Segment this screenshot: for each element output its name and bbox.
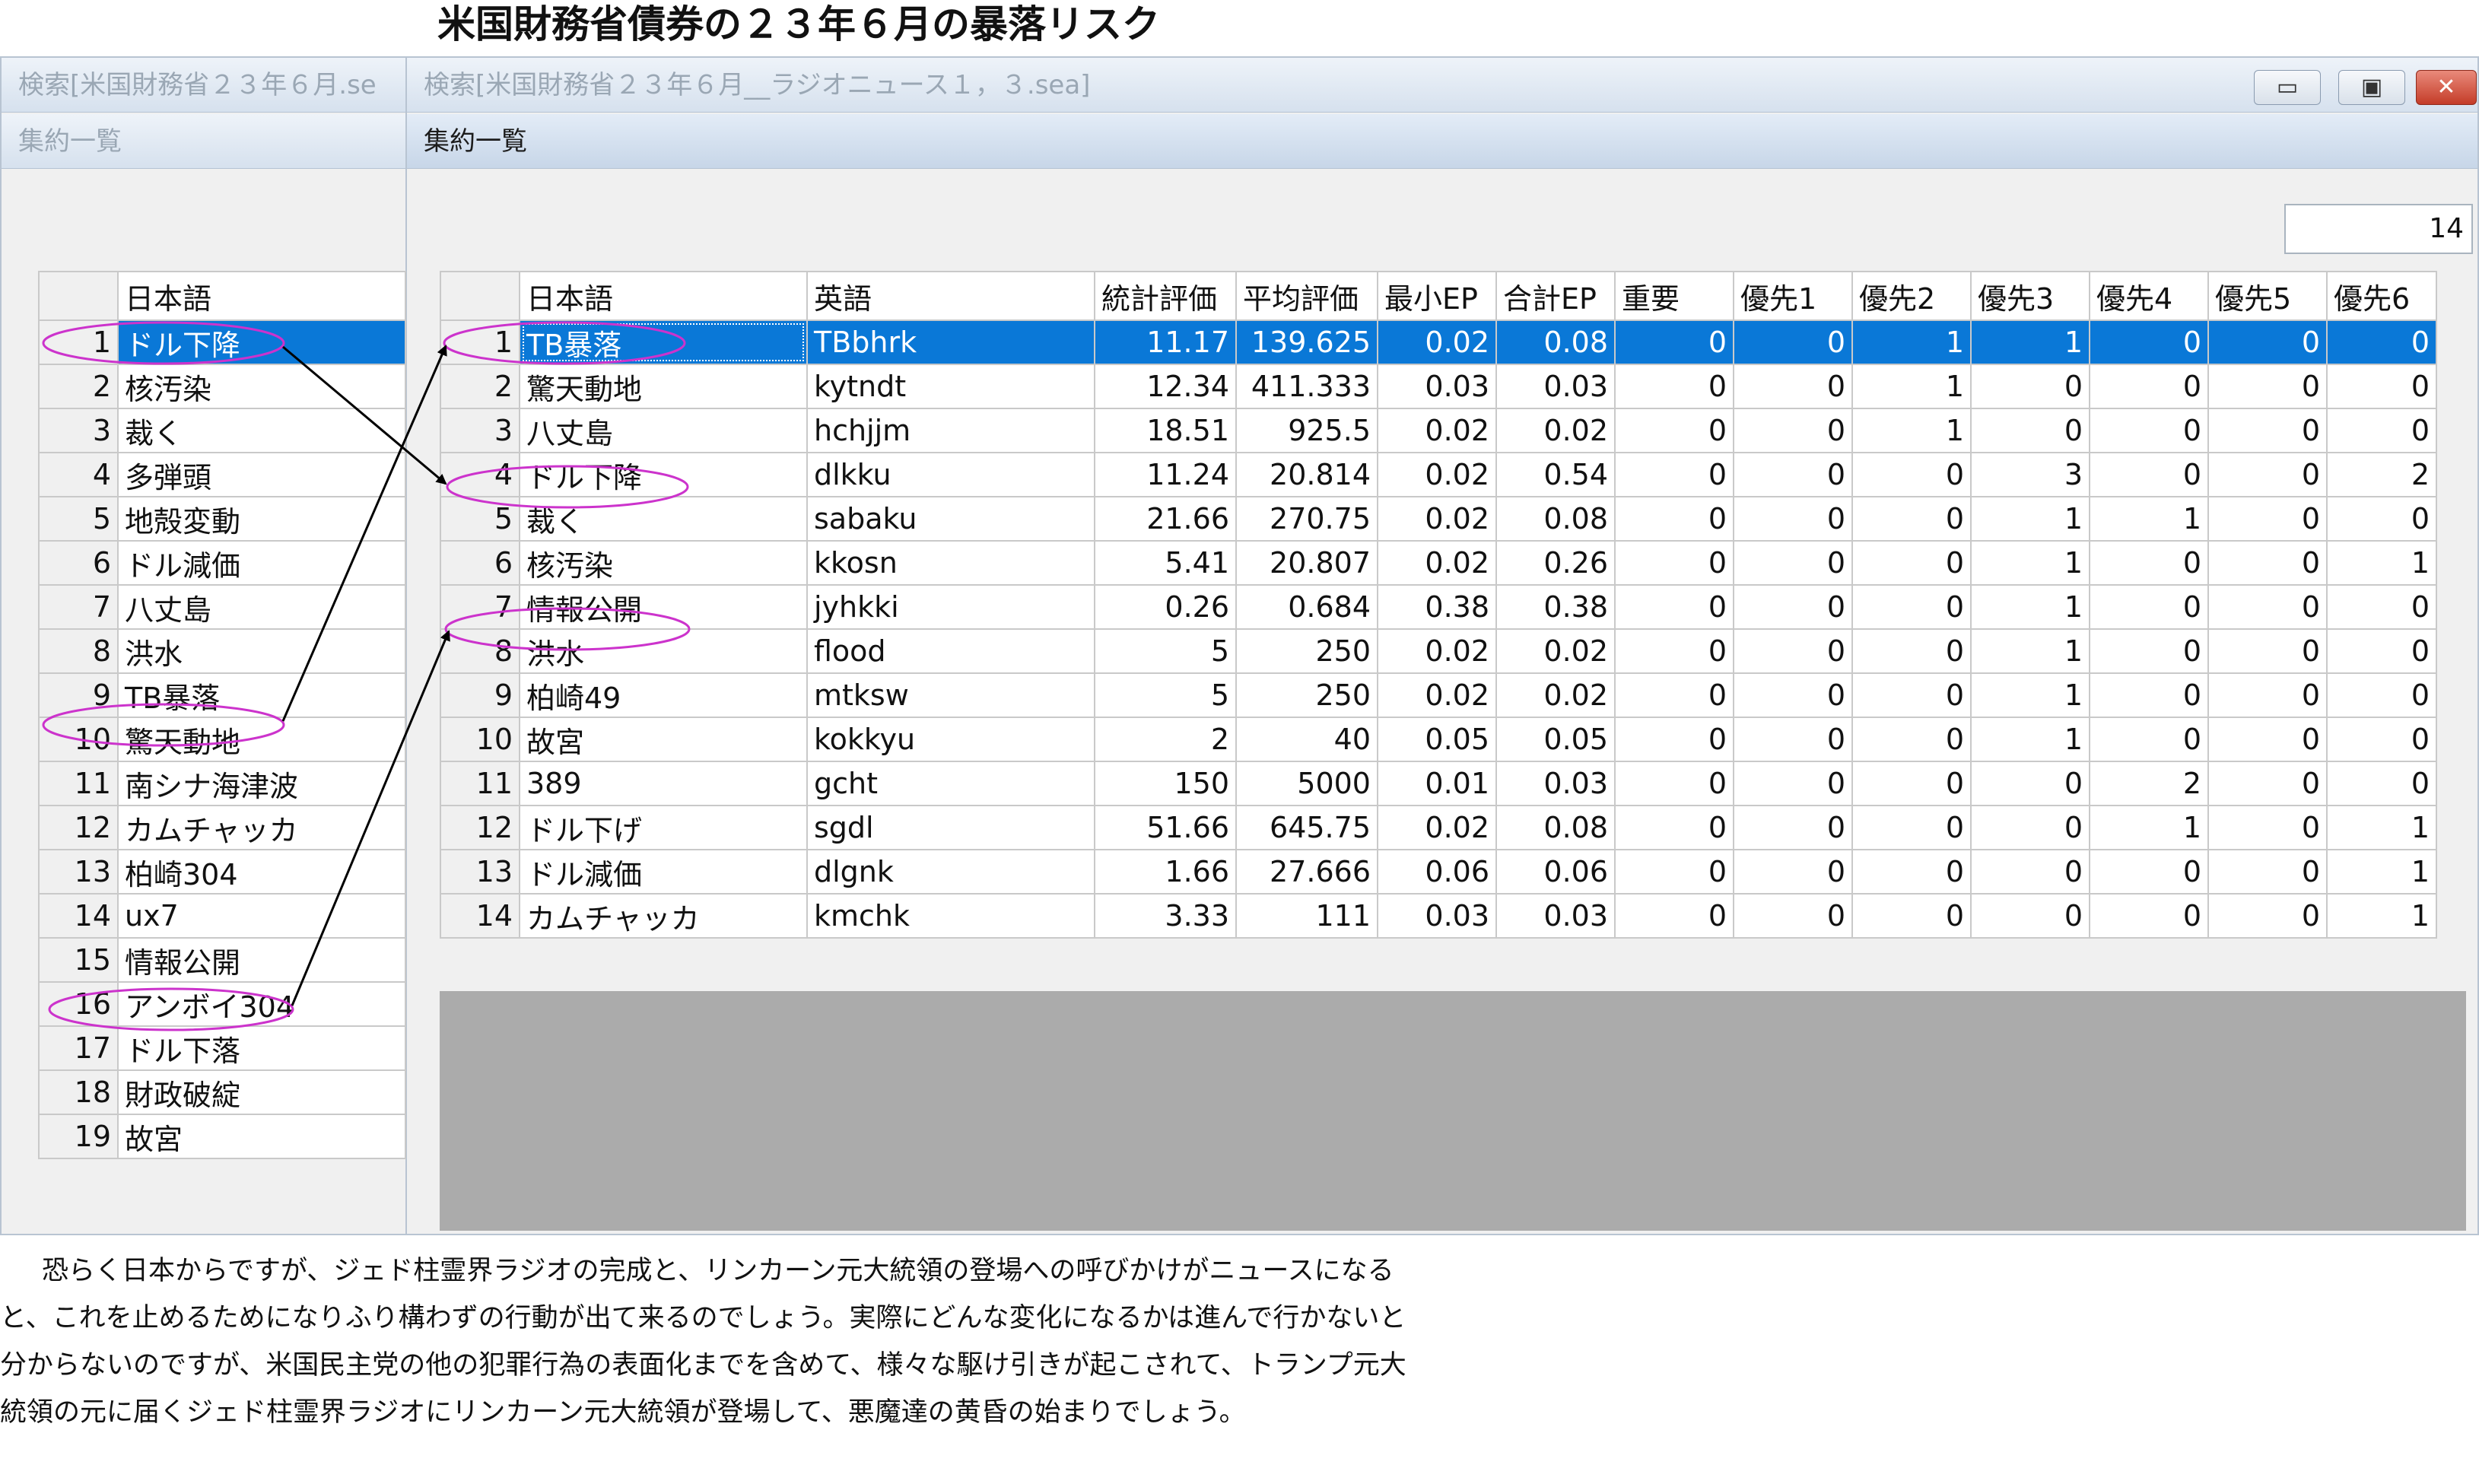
highlight-ellipse-right-row-4: [446, 465, 689, 509]
highlight-ellipse-right-row-1: [443, 321, 686, 365]
arrow-information-disclosure: [291, 630, 450, 1006]
arrow-tb-crash: [281, 345, 447, 722]
highlight-ellipse-left-row-9: [42, 703, 285, 747]
highlight-ellipse-left-row-1: [42, 321, 285, 365]
annotation-overlay: [42, 321, 691, 1031]
highlight-ellipse-right-row-7: [444, 607, 691, 651]
highlight-ellipse-left-row-15: [48, 987, 294, 1031]
arrow-dollar-decline: [282, 345, 447, 485]
